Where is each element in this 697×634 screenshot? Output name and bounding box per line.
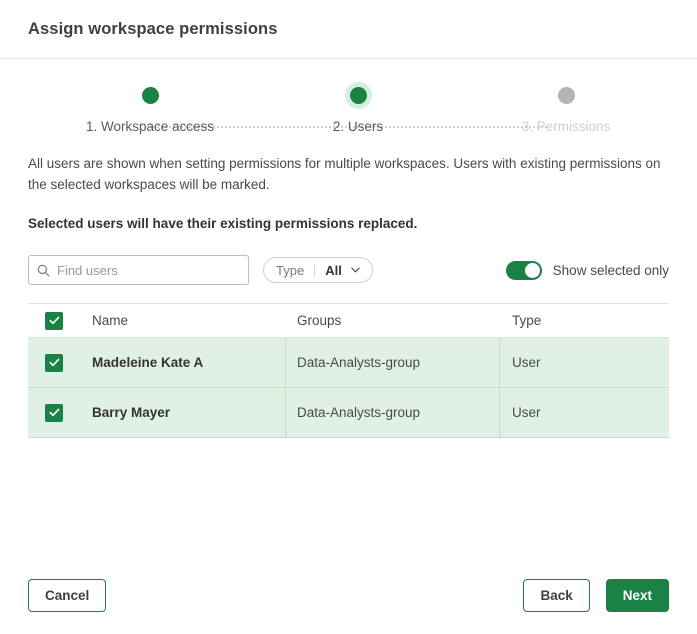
row-name: Barry Mayer: [92, 387, 286, 438]
filter-toolbar: Type All Show selected only: [28, 255, 669, 285]
select-all-header-cell: [28, 303, 92, 338]
dialog-footer: Cancel Back Next: [0, 557, 697, 634]
search-input[interactable]: [57, 262, 240, 278]
table-row[interactable]: Madeleine Kate A Data-Analysts-group Use…: [28, 337, 669, 388]
row-name: Madeleine Kate A: [92, 337, 286, 388]
step-workspace-access[interactable]: 1. Workspace access: [50, 87, 250, 134]
row-groups: Data-Analysts-group: [285, 387, 500, 438]
row-groups: Data-Analysts-group: [285, 337, 500, 388]
step-dot-active-icon: [349, 87, 367, 104]
row-checkbox[interactable]: [45, 403, 63, 422]
step-label-workspace-access: 1. Workspace access: [85, 119, 215, 134]
wizard-stepper: 1. Workspace access 2. Users 3. Permissi…: [0, 59, 697, 134]
show-selected-only-label: Show selected only: [552, 262, 669, 278]
next-button[interactable]: Next: [605, 579, 669, 612]
row-checkbox[interactable]: [45, 353, 63, 372]
search-box[interactable]: [28, 255, 249, 285]
column-header-name[interactable]: Name: [92, 303, 286, 338]
type-filter-dropdown[interactable]: Type All: [263, 257, 373, 283]
step-dot-inactive-icon: [557, 87, 575, 104]
back-button[interactable]: Back: [523, 579, 590, 612]
column-header-groups[interactable]: Groups: [285, 303, 500, 338]
toggle-knob: [524, 262, 540, 278]
page-title: Assign workspace permissions: [28, 19, 278, 38]
step-permissions: 3. Permissions: [466, 87, 666, 134]
select-all-checkbox[interactable]: [45, 311, 63, 330]
table-row[interactable]: Barry Mayer Data-Analysts-group User: [28, 387, 669, 438]
users-table-head: Name Groups Type: [28, 303, 669, 338]
type-filter-value: All: [325, 262, 342, 278]
users-table-body: Madeleine Kate A Data-Analysts-group Use…: [28, 337, 669, 438]
users-table: Name Groups Type Madeleine Kate A Data-A…: [28, 303, 669, 438]
replace-permissions-notice: Selected users will have their existing …: [28, 216, 418, 231]
step-dot-complete-icon: [141, 87, 159, 104]
search-icon: [37, 264, 50, 277]
step-label-users: 2. Users: [332, 119, 384, 134]
cancel-button[interactable]: Cancel: [28, 579, 107, 612]
type-filter-label: Type: [276, 262, 305, 278]
users-table-wrapper: Name Groups Type Madeleine Kate A Data-A…: [28, 303, 669, 438]
step-label-permissions: 3. Permissions: [521, 119, 611, 134]
row-select-cell: [28, 337, 92, 388]
dialog-header: Assign workspace permissions: [0, 0, 697, 59]
assign-workspace-permissions-dialog: Assign workspace permissions 1. Workspac…: [0, 0, 697, 634]
dialog-body: All users are shown when setting permiss…: [0, 153, 697, 438]
type-filter-divider: [314, 263, 316, 277]
chevron-down-icon: [351, 267, 360, 273]
intro-description: All users are shown when setting permiss…: [28, 156, 661, 192]
column-header-type[interactable]: Type: [499, 303, 669, 338]
row-type: User: [499, 387, 669, 438]
row-select-cell: [28, 387, 92, 438]
step-users[interactable]: 2. Users: [258, 87, 458, 134]
show-selected-only-toggle[interactable]: [505, 260, 542, 280]
row-type: User: [499, 337, 669, 388]
table-header-row: Name Groups Type: [28, 303, 669, 338]
show-selected-only-control[interactable]: Show selected only: [505, 260, 669, 280]
